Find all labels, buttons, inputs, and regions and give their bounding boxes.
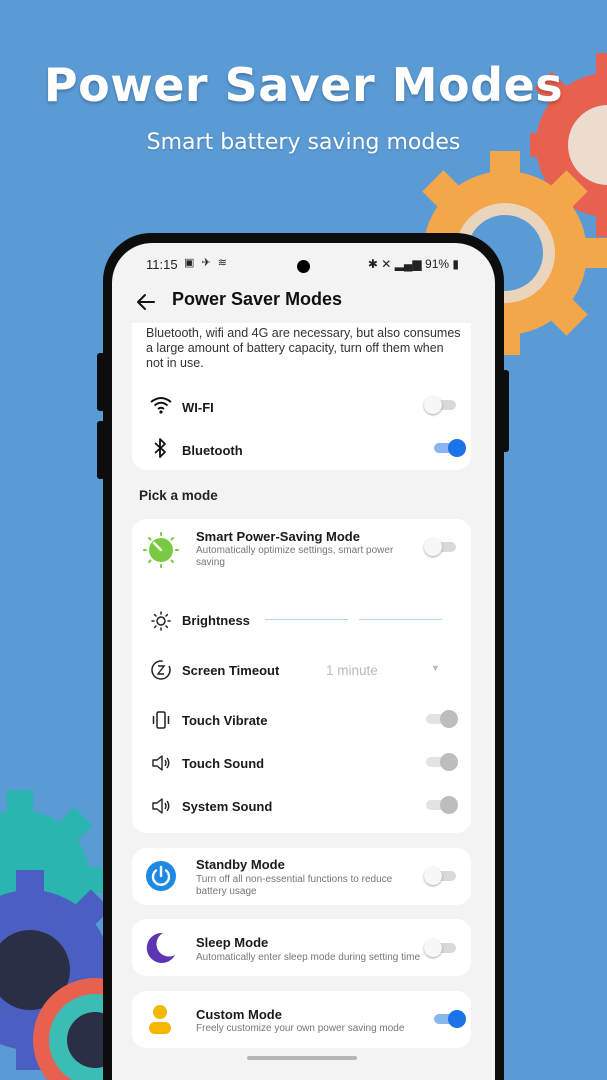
phone-power-button — [502, 370, 509, 452]
custom-mode-toggle[interactable] — [434, 1010, 466, 1028]
screen-timeout-label: Screen Timeout — [182, 663, 280, 678]
speaker-icon — [152, 798, 170, 814]
speaker-icon — [152, 755, 170, 771]
phone-side-button — [97, 421, 105, 479]
smart-mode-card: Smart Power-Saving Mode Automatically op… — [132, 519, 471, 833]
wifi-icon — [150, 397, 172, 414]
back-arrow-icon[interactable] — [134, 290, 158, 314]
custom-mode-subtitle: Freely customize your own power saving m… — [196, 1023, 405, 1034]
standby-mode-title: Standby Mode — [196, 857, 285, 872]
pick-mode-heading: Pick a mode — [139, 488, 218, 503]
wifi-toggle[interactable] — [424, 396, 456, 414]
touch-vibrate-label: Touch Vibrate — [182, 713, 268, 728]
home-indicator[interactable] — [247, 1056, 357, 1060]
status-bar: 11:15 ▣ ✈ ≋ ✱ ✕ ▂▄▆ 91% ▮ — [112, 243, 495, 283]
screen-timeout-dropdown[interactable]: 1 minute — [326, 663, 378, 678]
status-right: ✱ ✕ ▂▄▆ 91% ▮ — [368, 257, 459, 271]
standby-mode-card[interactable]: Standby Mode Turn off all non-essential … — [132, 848, 471, 905]
chevron-down-icon[interactable]: ▼ — [431, 663, 440, 673]
system-sound-label: System Sound — [182, 799, 273, 814]
touch-sound-toggle[interactable] — [426, 753, 458, 771]
power-icon — [146, 861, 176, 891]
custom-mode-title: Custom Mode — [196, 1007, 282, 1022]
smart-dial-icon — [143, 532, 179, 568]
sleep-mode-card[interactable]: Sleep Mode Automatically enter sleep mod… — [132, 919, 471, 976]
standby-mode-subtitle: Turn off all non-essential functions to … — [196, 874, 393, 897]
phone-screen: 11:15 ▣ ✈ ≋ ✱ ✕ ▂▄▆ 91% ▮ Power Saver Mo… — [112, 243, 495, 1080]
sleep-mode-title: Sleep Mode — [196, 935, 269, 950]
status-time: 11:15 — [146, 257, 178, 272]
touch-vibrate-toggle[interactable] — [426, 710, 458, 728]
promo-headline: Power Saver Modes — [43, 58, 564, 112]
brightness-label: Brightness — [182, 613, 250, 628]
battery-icon: ▮ — [452, 257, 459, 271]
moon-icon — [146, 932, 175, 963]
vibrate-icon — [152, 711, 170, 729]
battery-percent: 91% — [425, 257, 450, 271]
notification-icons: ▣ ✈ ≋ — [184, 257, 229, 269]
smart-mode-subtitle: Automatically optimize settings, smart p… — [196, 545, 394, 568]
signal-icon: ▂▄▆ — [394, 257, 422, 271]
touch-sound-label: Touch Sound — [182, 756, 265, 771]
mute-icon: ✕ — [381, 257, 392, 271]
network-card: Bluetooth, wifi and 4G are necessary, bu… — [132, 323, 471, 470]
brightness-icon — [151, 611, 171, 631]
brightness-slider-track[interactable] — [359, 619, 442, 620]
promo-subline: Smart battery saving modes — [146, 130, 461, 155]
front-camera — [297, 260, 310, 273]
bluetooth-toggle[interactable] — [434, 439, 466, 457]
smart-mode-toggle[interactable] — [424, 538, 456, 556]
smart-mode-title: Smart Power-Saving Mode — [196, 529, 360, 544]
bluetooth-label: Bluetooth — [182, 443, 243, 458]
sleep-mode-subtitle: Automatically enter sleep mode during se… — [196, 952, 421, 963]
phone-side-button — [97, 353, 105, 411]
sleep-mode-toggle[interactable] — [424, 939, 456, 957]
bluetooth-status-icon: ✱ — [367, 257, 378, 271]
screen-timeout-icon — [151, 660, 171, 680]
app-bar: Power Saver Modes — [112, 283, 495, 327]
brightness-slider[interactable] — [265, 619, 348, 620]
person-icon — [149, 1005, 171, 1034]
system-sound-toggle[interactable] — [426, 796, 458, 814]
standby-mode-toggle[interactable] — [424, 867, 456, 885]
page-title: Power Saver Modes — [172, 289, 343, 309]
wifi-label: WI-FI — [182, 400, 214, 415]
network-description: Bluetooth, wifi and 4G are necessary, bu… — [146, 326, 461, 370]
custom-mode-card[interactable]: Custom Mode Freely customize your own po… — [132, 991, 471, 1048]
bluetooth-icon — [154, 438, 166, 458]
